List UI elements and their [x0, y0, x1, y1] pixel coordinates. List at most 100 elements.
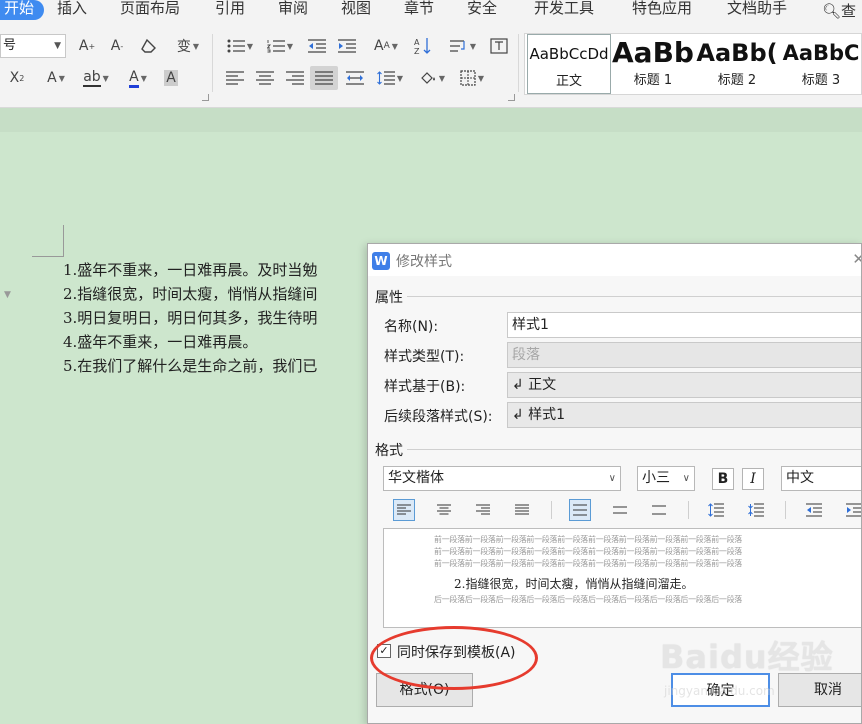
line-break-icon[interactable]: ▼ [444, 34, 482, 58]
paragraph-dialog-launcher[interactable] [508, 94, 515, 101]
distributed-icon[interactable] [342, 66, 368, 90]
align-right-button[interactable] [472, 499, 494, 521]
tab-security[interactable]: 安全 [467, 0, 497, 20]
tab-doc-assistant[interactable]: 文档助手 [727, 0, 787, 20]
font-dialog-launcher[interactable] [202, 94, 209, 101]
based-on-label: 样式基于(B): [384, 379, 466, 395]
style-name: 正文 [555, 74, 582, 89]
grow-font-icon[interactable]: A + [76, 34, 98, 58]
document-body[interactable]: 1.盛年不重来，一日难再晨。及时当勉 2.指缝很宽，时间太瘦，悄悄从指缝间 3.… [63, 258, 393, 378]
wps-writer-icon: W [372, 252, 390, 270]
increase-indent-icon[interactable] [843, 499, 861, 521]
one-half-spacing-button[interactable] [609, 499, 631, 521]
ribbon: 开始 插入 页面布局 引用 审阅 视图 章节 安全 开发工具 特色应用 文档助手… [0, 0, 862, 108]
tab-references[interactable]: 引用 [215, 0, 245, 20]
style-type-select: 段落 [507, 342, 861, 368]
page-margin-marker [32, 256, 63, 257]
align-center-icon[interactable] [252, 66, 278, 90]
font-color-icon[interactable]: A ▼ [120, 66, 156, 90]
text-box-icon[interactable] [486, 34, 512, 58]
chevron-down-icon: ∨ [682, 473, 690, 484]
highlight-icon[interactable]: ab ▼ [78, 66, 114, 90]
tab-page-layout[interactable]: 页面布局 [120, 0, 180, 20]
italic-button[interactable]: I [742, 468, 764, 490]
align-left-button[interactable] [393, 499, 415, 521]
annotation-ellipse [370, 626, 538, 690]
style-name-input[interactable]: 样式1 [507, 312, 861, 338]
bullet-list-icon[interactable]: ▼ [222, 34, 258, 58]
increase-spacing-icon[interactable] [705, 499, 727, 521]
font-name-value: 华文楷体 [388, 470, 444, 486]
change-case-icon[interactable]: A A ▼ [366, 34, 406, 58]
line-spacing-icon[interactable]: ▼ [372, 66, 408, 90]
tab-view[interactable]: 视图 [341, 0, 371, 20]
justify-button[interactable] [511, 499, 533, 521]
subscript-icon[interactable]: X2 [4, 66, 30, 90]
sort-icon[interactable]: AZ [410, 34, 436, 58]
shrink-font-icon[interactable]: A- [106, 34, 128, 58]
double-spacing-button[interactable] [648, 499, 670, 521]
separator [551, 501, 552, 519]
clear-format-icon[interactable] [136, 34, 162, 58]
style-type-label: 样式类型(T): [384, 349, 465, 365]
tab-developer[interactable]: 开发工具 [534, 0, 594, 20]
close-icon[interactable]: ✕ [852, 250, 861, 268]
style-sample: AaBbC [782, 41, 860, 65]
style-heading-3[interactable]: AaBbC 标题 3 [779, 34, 862, 94]
align-right-icon[interactable] [282, 66, 308, 90]
increase-indent-icon[interactable] [334, 34, 360, 58]
borders-icon[interactable]: ▼ [454, 66, 490, 90]
style-name: 标题 1 [633, 73, 673, 88]
doc-paragraph: 2.指缝很宽，时间太瘦，悄悄从指缝间 [63, 285, 318, 303]
font-size-value: 号 [3, 38, 17, 53]
tab-special[interactable]: 特色应用 [632, 0, 692, 20]
bold-button[interactable]: B [712, 468, 734, 490]
phonetic-guide-icon[interactable]: 变 ▼ [170, 34, 206, 58]
language-value: 中文 [786, 470, 814, 486]
align-left-icon[interactable] [222, 66, 248, 90]
decrease-indent-icon[interactable] [803, 499, 825, 521]
font-size-select[interactable]: 小三 ∨ [637, 466, 695, 491]
next-style-label: 后续段落样式(S): [384, 409, 493, 425]
style-preview: 前一段落前一段落前一段落前一段落前一段落前一段落前一段落前一段落前一段落前一段落… [383, 528, 861, 628]
separator [212, 34, 213, 92]
tab-home[interactable]: 开始 [0, 0, 45, 20]
doc-paragraph: 5.在我们了解什么是生命之前，我们已 [63, 357, 318, 375]
numbered-list-icon[interactable]: ▼ [262, 34, 298, 58]
doc-paragraph: 3.明日复明日，明日何其多，我生待明 [63, 309, 318, 327]
style-heading-1[interactable]: AaBb 标题 1 [611, 34, 695, 94]
doc-paragraph: 4.盛年不重来，一日难再晨。 [63, 333, 258, 351]
search-tab[interactable]: 🔍︎查 [822, 0, 862, 21]
language-select[interactable]: 中文 [781, 466, 861, 491]
style-heading-2[interactable]: AaBb( 标题 2 [695, 34, 779, 94]
decrease-spacing-icon[interactable] [745, 499, 767, 521]
preview-next-paragraph: 后一段落后一段落后一段落后一段落后一段落后一段落后一段落后一段落后一段落后一段落 [434, 595, 742, 604]
chevron-down-icon: ▼ [54, 41, 61, 51]
text-effect-icon[interactable]: A ▼ [38, 66, 74, 90]
styles-gallery: AaBbCcDd 正文 AaBb 标题 1 AaBb( 标题 2 AaBbC 标… [524, 33, 862, 95]
separator [518, 34, 519, 92]
font-size-select[interactable]: 号 ▼ [0, 34, 66, 58]
align-center-button[interactable] [433, 499, 455, 521]
tab-insert[interactable]: 插入 [57, 0, 87, 20]
tab-chapter[interactable]: 章节 [404, 0, 434, 20]
watermark-text: Baidu经验 [660, 638, 834, 676]
chevron-down-icon: ∨ [608, 473, 616, 484]
decrease-indent-icon[interactable] [304, 34, 330, 58]
style-normal[interactable]: AaBbCcDd 正文 [527, 34, 611, 94]
ribbon-tabs: 开始 插入 页面布局 引用 审阅 视图 章节 安全 开发工具 特色应用 文档助手… [0, 0, 862, 22]
single-spacing-button[interactable] [569, 499, 591, 521]
next-style-select[interactable]: ↲ 样式1 [507, 402, 861, 428]
shading-fill-icon[interactable]: ▼ [414, 66, 450, 90]
separator [688, 501, 689, 519]
font-name-select[interactable]: 华文楷体 ∨ [383, 466, 621, 491]
group-properties-label: 属性 [375, 287, 407, 307]
search-icon: 🔍︎ [822, 2, 842, 20]
justify-icon[interactable] [310, 66, 338, 90]
char-shading-icon[interactable]: A [160, 66, 182, 90]
based-on-select[interactable]: ↲ 正文 [507, 372, 861, 398]
group-divider [376, 449, 861, 450]
dialog-titlebar[interactable]: W 修改样式 ✕ [368, 244, 861, 276]
tab-review[interactable]: 审阅 [278, 0, 308, 20]
group-format-label: 格式 [375, 440, 407, 460]
